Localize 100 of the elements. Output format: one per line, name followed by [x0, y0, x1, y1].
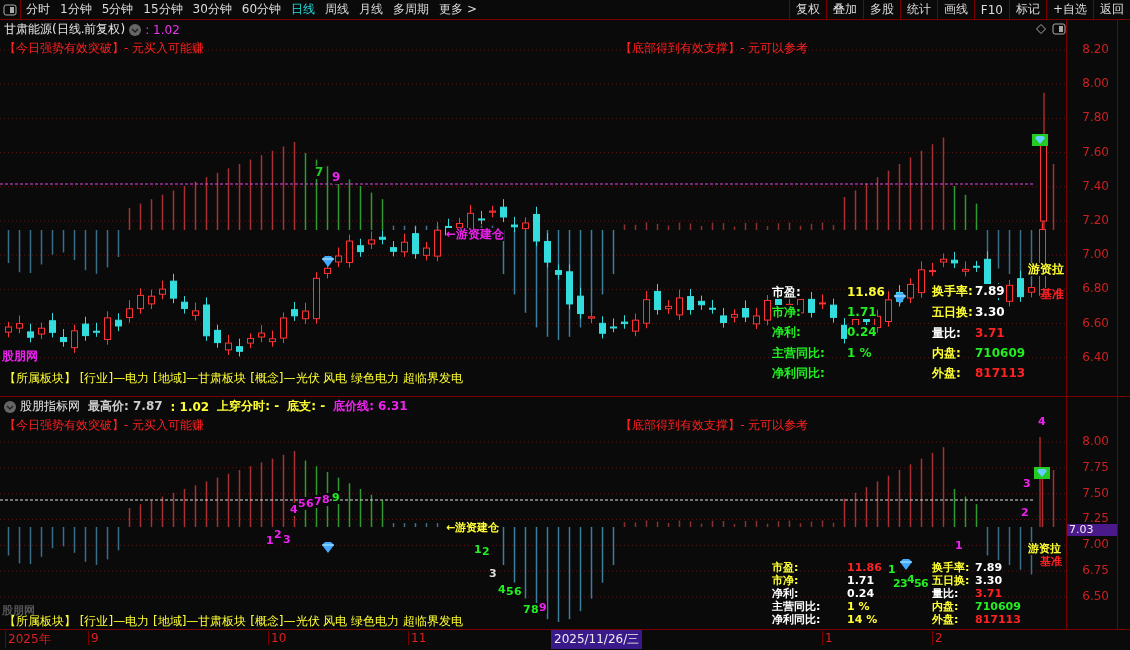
stat-value: 1 %: [847, 601, 870, 613]
price-tick-label: 7.40: [1082, 178, 1109, 193]
stat-label: 净利:: [772, 588, 799, 600]
date-label: 2025年: [5, 631, 51, 648]
stat-label: 换手率:: [932, 284, 973, 298]
sector-info: 【所属板块】 [行业]—电力 [地域]—甘肃板块 [概念]—光伏 风电 绿色电力 超临界发电: [4, 370, 463, 387]
chart-annotation: 1: [888, 563, 896, 576]
chart-annotation: 9: [332, 491, 340, 504]
stat-label: 量比:: [932, 588, 959, 600]
stat-value: 1.71: [847, 305, 877, 319]
stat-value: 14 %: [847, 614, 878, 626]
period-tab[interactable]: 周线: [320, 1, 355, 18]
stat-value: 7.89: [975, 284, 1005, 298]
stat-value: 817113: [975, 366, 1026, 380]
chart-annotation: 7: [523, 603, 531, 616]
sector-info: 【所属板块】 [行业]—电力 [地域]—甘肃板块 [概念]—光伏 风电 绿色电力 超临界发电: [4, 614, 463, 629]
chart-annotation: 4: [1038, 415, 1046, 428]
price-tick-label: 6.40: [1082, 349, 1109, 364]
chart-annotation: 2: [893, 577, 901, 590]
chart-annotation: 股朋网: [2, 350, 38, 363]
price-tick-label: 7.25: [1082, 511, 1109, 526]
chart-annotation: 9: [332, 171, 341, 184]
indicator-field: 底支: -: [287, 398, 326, 415]
price-tick-label: 7.60: [1082, 144, 1109, 159]
price-tick-label: 7.00: [1082, 537, 1109, 552]
period-tab[interactable]: 月线: [354, 1, 389, 18]
period-tab[interactable]: 分时: [21, 1, 55, 18]
chart-annotation: 游资拉: [1028, 542, 1061, 555]
stat-value: 0.24: [847, 588, 875, 600]
chart-annotation: 7: [314, 495, 322, 508]
chart-annotation: 4: [498, 583, 506, 596]
chart-annotation: 6: [306, 497, 314, 510]
stat-value: 11.86: [847, 285, 885, 299]
date-label: 11: [408, 631, 427, 645]
period-tab[interactable]: 日线: [286, 1, 321, 18]
period-tab[interactable]: 多周期: [388, 1, 435, 18]
price-tick-label: 8.20: [1082, 42, 1109, 56]
period-tab[interactable]: 30分钟: [187, 1, 237, 18]
chart-annotation: 4: [290, 503, 298, 516]
chart-annotation: 7: [315, 166, 324, 179]
stat-label: 内盘:: [932, 346, 961, 360]
signal-text: 【底部得到有效支撑】- 元可以参考: [620, 40, 809, 57]
indicator-field: : 1.02: [170, 399, 210, 414]
price-tick-label: 6.50: [1082, 588, 1109, 603]
chart-annotation: 5: [506, 585, 514, 598]
cursor-date-tag: 2025/11/26/三: [551, 630, 643, 649]
date-label: 10: [268, 631, 287, 645]
period-tab[interactable]: 15分钟: [138, 1, 188, 18]
indicator-field: 上穿分时: -: [217, 398, 280, 415]
signal-text: 【今日强势有效突破】- 元买入可能赚: [4, 417, 205, 434]
stat-value: 7.89: [975, 562, 1003, 574]
stat-label: 主营同比:: [772, 346, 825, 360]
chart-annotation: 3: [900, 577, 908, 590]
stat-label: 市净:: [772, 575, 799, 587]
stat-value: 3.30: [975, 575, 1003, 587]
indicator-name: 股朋指标网: [20, 398, 80, 415]
price-tick-label: 7.80: [1082, 110, 1109, 125]
chart-annotation: 8: [531, 603, 539, 616]
stat-label: 净利:: [772, 325, 801, 339]
stat-label: 外盘:: [932, 366, 961, 380]
date-label: 9: [88, 631, 99, 645]
chart-annotation: 9: [539, 601, 547, 614]
stat-value: 710609: [975, 601, 1021, 613]
chart-annotation: 1: [474, 543, 482, 556]
period-tab[interactable]: 1分钟: [55, 1, 97, 18]
stat-value: 3.71: [975, 326, 1005, 340]
chart-annotation: 3: [283, 533, 291, 546]
chart-annotation: 5: [914, 577, 922, 590]
price-tick-label: 6.75: [1082, 563, 1109, 578]
period-tab[interactable]: 5分钟: [96, 1, 139, 18]
chart-annotation: 基准: [1040, 555, 1062, 568]
date-label: 1: [822, 631, 833, 645]
chart-annotation: 2: [482, 545, 490, 558]
chart-annotation: 6: [514, 585, 522, 598]
stat-label: 净利同比:: [772, 614, 821, 626]
chart-annotation: 3: [489, 567, 497, 580]
stat-label: 五日换:: [932, 305, 973, 319]
signal-text: 【今日强势有效突破】- 元买入可能赚: [4, 40, 205, 57]
stat-value: 0.24: [847, 325, 877, 339]
period-tab[interactable]: 60分钟: [236, 1, 287, 18]
stat-label: 换手率:: [932, 562, 970, 574]
indicator-field: 最高价: 7.87: [88, 398, 163, 415]
price-tick-label: 8.00: [1082, 76, 1109, 91]
chart-annotation: 3: [1023, 477, 1031, 490]
price-tick-label: 7.00: [1082, 247, 1109, 262]
stat-value: 3.30: [975, 305, 1005, 319]
stat-value: 710609: [975, 346, 1026, 360]
stat-value: 1.71: [847, 575, 875, 587]
chart-annotation: 4: [907, 573, 915, 586]
chart-annotation: 1: [955, 539, 963, 552]
indicator-value: : 1.02: [145, 22, 180, 37]
price-tick-label: 6.80: [1082, 281, 1109, 296]
price-tick-label: 7.75: [1082, 459, 1109, 474]
chart-annotation: 基准: [1040, 288, 1064, 301]
chart-annotation: 游资拉: [1028, 263, 1064, 276]
stat-label: 市净:: [772, 305, 801, 319]
stat-value: 1 %: [847, 346, 872, 360]
period-tab[interactable]: 更多 >: [434, 1, 482, 18]
date-label: 2: [932, 631, 943, 645]
chart-annotation: 5: [298, 497, 306, 510]
